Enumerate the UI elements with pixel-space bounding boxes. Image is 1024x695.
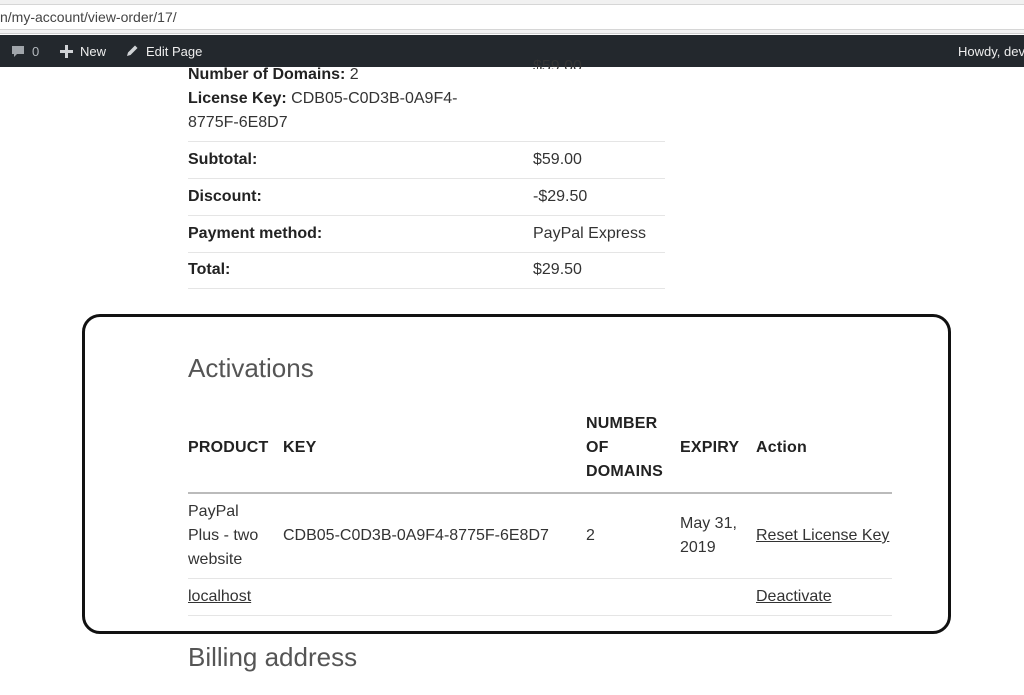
discount-label: Discount:	[188, 188, 262, 205]
line-item-price: $59.00	[533, 58, 582, 69]
page-content: $59.00 Number of Domains: 2 License Key:…	[0, 58, 1024, 695]
account-menu[interactable]: Howdy, dev	[958, 35, 1024, 67]
comments-count: 0	[32, 43, 40, 59]
col-header-product: PRODUCT	[188, 439, 269, 456]
domains-meta-value: 2	[349, 66, 359, 83]
comment-icon	[11, 45, 25, 57]
col-header-domains-2: OF	[586, 439, 609, 456]
license-key-meta-value-2: 8775F-6E8D7	[188, 114, 288, 131]
payment-method-value: PayPal Express	[533, 225, 646, 242]
subtotal-label: Subtotal:	[188, 151, 258, 168]
site-link-localhost[interactable]: localhost	[188, 585, 251, 609]
domains-cell: 2	[586, 527, 595, 544]
payment-method-label: Payment method:	[188, 225, 323, 242]
reset-license-key-link[interactable]: Reset License Key	[756, 524, 889, 548]
totals-row-subtotal: Subtotal: $59.00	[188, 142, 665, 179]
col-header-expiry: EXPIRY	[680, 439, 740, 456]
activations-heading: Activations	[188, 353, 314, 383]
totals-row-discount: Discount: -$29.50	[188, 179, 665, 216]
total-label: Total:	[188, 261, 231, 278]
howdy-text: Howdy, dev	[958, 43, 1024, 59]
browser-url-bar: n/my-account/view-order/17/	[0, 0, 1024, 34]
discount-value: -$29.50	[533, 188, 588, 205]
address-text[interactable]: n/my-account/view-order/17/	[0, 9, 177, 25]
billing-address-heading: Billing address	[188, 642, 358, 672]
domains-meta-label: Number of Domains:	[188, 66, 346, 83]
product-cell-3: website	[188, 551, 243, 568]
row-divider	[188, 615, 892, 616]
comments-menu[interactable]: 0	[11, 35, 39, 67]
new-label: New	[80, 43, 107, 59]
col-header-domains-1: NUMBER	[586, 415, 658, 432]
col-header-action: Action	[756, 439, 807, 456]
wp-admin-bar: 0 New Edit Page Howdy, dev	[0, 35, 1024, 67]
license-key-meta-value-1: CDB05-C0D3B-0A9F4-	[291, 90, 458, 107]
address-field[interactable]: n/my-account/view-order/17/	[0, 4, 1024, 30]
pencil-icon	[125, 44, 139, 58]
product-cell-1: PayPal	[188, 503, 239, 520]
subtotal-value: $59.00	[533, 151, 582, 168]
row-divider	[188, 578, 892, 579]
expiry-cell-1: May 31,	[680, 515, 737, 532]
expiry-cell-2: 2019	[680, 539, 716, 556]
total-value: $29.50	[533, 261, 582, 278]
plus-icon	[60, 44, 73, 58]
deactivate-link[interactable]: Deactivate	[756, 585, 832, 609]
product-cell-2: Plus - two	[188, 527, 259, 544]
col-header-key: KEY	[283, 439, 317, 456]
totals-row-total: Total: $29.50	[188, 253, 665, 289]
license-key-meta-label: License Key:	[188, 90, 287, 107]
key-cell: CDB05-C0D3B-0A9F4-8775F-6E8D7	[283, 527, 549, 544]
new-menu[interactable]: New	[60, 35, 106, 67]
table-header-divider	[188, 492, 892, 494]
col-header-domains-3: DOMAINS	[586, 463, 663, 480]
totals-row-payment-method: Payment method: PayPal Express	[188, 216, 665, 253]
edit-page-label: Edit Page	[146, 43, 203, 59]
order-item-meta: Number of Domains: 2 License Key: CDB05-…	[188, 63, 488, 135]
